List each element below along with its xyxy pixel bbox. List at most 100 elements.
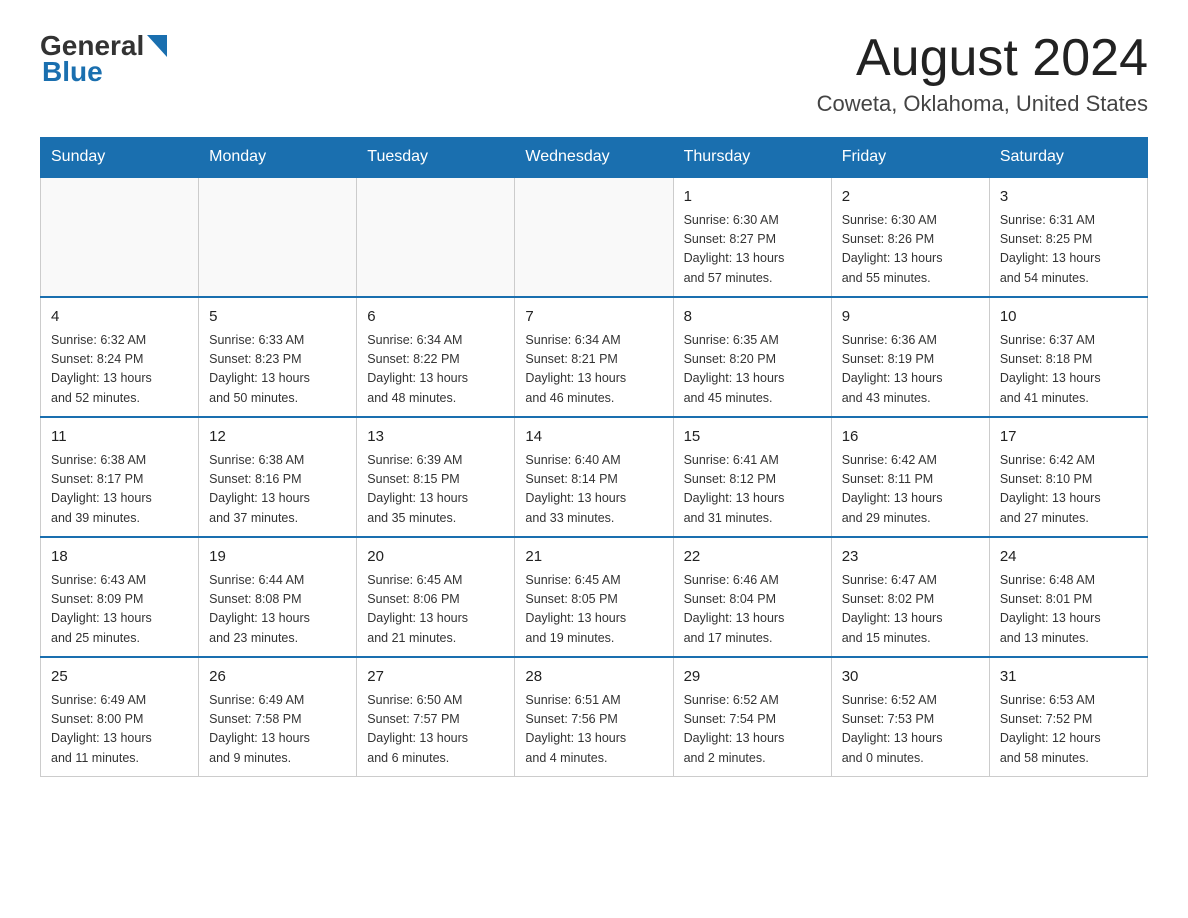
calendar-day-cell: 9Sunrise: 6:36 AMSunset: 8:19 PMDaylight… xyxy=(831,297,989,417)
calendar-day-header: Thursday xyxy=(673,138,831,178)
calendar-week-row: 1Sunrise: 6:30 AMSunset: 8:27 PMDaylight… xyxy=(41,177,1148,297)
calendar-day-cell: 14Sunrise: 6:40 AMSunset: 8:14 PMDayligh… xyxy=(515,417,673,537)
day-number: 3 xyxy=(1000,186,1137,209)
calendar-day-cell: 17Sunrise: 6:42 AMSunset: 8:10 PMDayligh… xyxy=(989,417,1147,537)
calendar-day-cell: 27Sunrise: 6:50 AMSunset: 7:57 PMDayligh… xyxy=(357,657,515,777)
day-info: Sunrise: 6:42 AMSunset: 8:10 PMDaylight:… xyxy=(1000,451,1137,529)
day-info: Sunrise: 6:48 AMSunset: 8:01 PMDaylight:… xyxy=(1000,571,1137,649)
day-info: Sunrise: 6:30 AMSunset: 8:27 PMDaylight:… xyxy=(684,211,821,289)
calendar-day-cell: 3Sunrise: 6:31 AMSunset: 8:25 PMDaylight… xyxy=(989,177,1147,297)
day-number: 7 xyxy=(525,306,662,329)
calendar-day-cell: 22Sunrise: 6:46 AMSunset: 8:04 PMDayligh… xyxy=(673,537,831,657)
day-info: Sunrise: 6:38 AMSunset: 8:16 PMDaylight:… xyxy=(209,451,346,529)
calendar-day-cell: 26Sunrise: 6:49 AMSunset: 7:58 PMDayligh… xyxy=(199,657,357,777)
calendar-day-cell xyxy=(515,177,673,297)
day-number: 16 xyxy=(842,426,979,449)
day-info: Sunrise: 6:34 AMSunset: 8:22 PMDaylight:… xyxy=(367,331,504,409)
calendar-table: SundayMondayTuesdayWednesdayThursdayFrid… xyxy=(40,137,1148,777)
day-number: 4 xyxy=(51,306,188,329)
day-info: Sunrise: 6:42 AMSunset: 8:11 PMDaylight:… xyxy=(842,451,979,529)
logo-arrow-icon xyxy=(147,35,167,57)
calendar-day-cell: 13Sunrise: 6:39 AMSunset: 8:15 PMDayligh… xyxy=(357,417,515,537)
day-number: 29 xyxy=(684,666,821,689)
day-number: 8 xyxy=(684,306,821,329)
calendar-day-cell: 20Sunrise: 6:45 AMSunset: 8:06 PMDayligh… xyxy=(357,537,515,657)
day-info: Sunrise: 6:52 AMSunset: 7:53 PMDaylight:… xyxy=(842,691,979,769)
calendar-week-row: 25Sunrise: 6:49 AMSunset: 8:00 PMDayligh… xyxy=(41,657,1148,777)
calendar-header-row: SundayMondayTuesdayWednesdayThursdayFrid… xyxy=(41,138,1148,178)
day-number: 27 xyxy=(367,666,504,689)
calendar-day-cell: 16Sunrise: 6:42 AMSunset: 8:11 PMDayligh… xyxy=(831,417,989,537)
day-info: Sunrise: 6:49 AMSunset: 7:58 PMDaylight:… xyxy=(209,691,346,769)
calendar-day-cell: 31Sunrise: 6:53 AMSunset: 7:52 PMDayligh… xyxy=(989,657,1147,777)
calendar-day-cell: 7Sunrise: 6:34 AMSunset: 8:21 PMDaylight… xyxy=(515,297,673,417)
calendar-day-cell: 12Sunrise: 6:38 AMSunset: 8:16 PMDayligh… xyxy=(199,417,357,537)
calendar-day-cell: 4Sunrise: 6:32 AMSunset: 8:24 PMDaylight… xyxy=(41,297,199,417)
page-header: General Blue August 2024 Coweta, Oklahom… xyxy=(40,30,1148,117)
calendar-day-cell: 15Sunrise: 6:41 AMSunset: 8:12 PMDayligh… xyxy=(673,417,831,537)
location: Coweta, Oklahoma, United States xyxy=(817,91,1148,117)
day-info: Sunrise: 6:34 AMSunset: 8:21 PMDaylight:… xyxy=(525,331,662,409)
day-info: Sunrise: 6:37 AMSunset: 8:18 PMDaylight:… xyxy=(1000,331,1137,409)
calendar-day-cell: 10Sunrise: 6:37 AMSunset: 8:18 PMDayligh… xyxy=(989,297,1147,417)
calendar-week-row: 11Sunrise: 6:38 AMSunset: 8:17 PMDayligh… xyxy=(41,417,1148,537)
day-number: 26 xyxy=(209,666,346,689)
calendar-day-cell: 24Sunrise: 6:48 AMSunset: 8:01 PMDayligh… xyxy=(989,537,1147,657)
title-block: August 2024 Coweta, Oklahoma, United Sta… xyxy=(817,30,1148,117)
day-number: 30 xyxy=(842,666,979,689)
day-number: 19 xyxy=(209,546,346,569)
day-number: 13 xyxy=(367,426,504,449)
calendar-day-cell: 21Sunrise: 6:45 AMSunset: 8:05 PMDayligh… xyxy=(515,537,673,657)
calendar-day-cell xyxy=(41,177,199,297)
calendar-week-row: 18Sunrise: 6:43 AMSunset: 8:09 PMDayligh… xyxy=(41,537,1148,657)
day-number: 21 xyxy=(525,546,662,569)
calendar-day-cell: 29Sunrise: 6:52 AMSunset: 7:54 PMDayligh… xyxy=(673,657,831,777)
day-info: Sunrise: 6:46 AMSunset: 8:04 PMDaylight:… xyxy=(684,571,821,649)
day-number: 25 xyxy=(51,666,188,689)
day-info: Sunrise: 6:49 AMSunset: 8:00 PMDaylight:… xyxy=(51,691,188,769)
calendar-day-header: Sunday xyxy=(41,138,199,178)
calendar-day-header: Tuesday xyxy=(357,138,515,178)
day-info: Sunrise: 6:40 AMSunset: 8:14 PMDaylight:… xyxy=(525,451,662,529)
day-info: Sunrise: 6:44 AMSunset: 8:08 PMDaylight:… xyxy=(209,571,346,649)
day-number: 10 xyxy=(1000,306,1137,329)
day-info: Sunrise: 6:32 AMSunset: 8:24 PMDaylight:… xyxy=(51,331,188,409)
logo: General Blue xyxy=(40,30,167,88)
calendar-day-cell: 28Sunrise: 6:51 AMSunset: 7:56 PMDayligh… xyxy=(515,657,673,777)
calendar-day-header: Wednesday xyxy=(515,138,673,178)
day-info: Sunrise: 6:41 AMSunset: 8:12 PMDaylight:… xyxy=(684,451,821,529)
calendar-day-header: Friday xyxy=(831,138,989,178)
day-info: Sunrise: 6:52 AMSunset: 7:54 PMDaylight:… xyxy=(684,691,821,769)
day-number: 24 xyxy=(1000,546,1137,569)
day-number: 5 xyxy=(209,306,346,329)
day-info: Sunrise: 6:53 AMSunset: 7:52 PMDaylight:… xyxy=(1000,691,1137,769)
day-number: 31 xyxy=(1000,666,1137,689)
day-info: Sunrise: 6:51 AMSunset: 7:56 PMDaylight:… xyxy=(525,691,662,769)
day-info: Sunrise: 6:35 AMSunset: 8:20 PMDaylight:… xyxy=(684,331,821,409)
day-info: Sunrise: 6:39 AMSunset: 8:15 PMDaylight:… xyxy=(367,451,504,529)
day-number: 15 xyxy=(684,426,821,449)
logo-blue: Blue xyxy=(42,56,103,88)
calendar-week-row: 4Sunrise: 6:32 AMSunset: 8:24 PMDaylight… xyxy=(41,297,1148,417)
calendar-day-header: Saturday xyxy=(989,138,1147,178)
day-number: 12 xyxy=(209,426,346,449)
day-info: Sunrise: 6:33 AMSunset: 8:23 PMDaylight:… xyxy=(209,331,346,409)
calendar-day-cell: 2Sunrise: 6:30 AMSunset: 8:26 PMDaylight… xyxy=(831,177,989,297)
calendar-day-cell: 25Sunrise: 6:49 AMSunset: 8:00 PMDayligh… xyxy=(41,657,199,777)
day-number: 11 xyxy=(51,426,188,449)
day-number: 18 xyxy=(51,546,188,569)
calendar-day-cell xyxy=(357,177,515,297)
calendar-day-cell xyxy=(199,177,357,297)
day-info: Sunrise: 6:30 AMSunset: 8:26 PMDaylight:… xyxy=(842,211,979,289)
day-info: Sunrise: 6:38 AMSunset: 8:17 PMDaylight:… xyxy=(51,451,188,529)
calendar-day-cell: 8Sunrise: 6:35 AMSunset: 8:20 PMDaylight… xyxy=(673,297,831,417)
day-number: 28 xyxy=(525,666,662,689)
day-number: 2 xyxy=(842,186,979,209)
day-info: Sunrise: 6:50 AMSunset: 7:57 PMDaylight:… xyxy=(367,691,504,769)
day-info: Sunrise: 6:43 AMSunset: 8:09 PMDaylight:… xyxy=(51,571,188,649)
calendar-day-cell: 19Sunrise: 6:44 AMSunset: 8:08 PMDayligh… xyxy=(199,537,357,657)
day-number: 17 xyxy=(1000,426,1137,449)
day-info: Sunrise: 6:36 AMSunset: 8:19 PMDaylight:… xyxy=(842,331,979,409)
day-info: Sunrise: 6:31 AMSunset: 8:25 PMDaylight:… xyxy=(1000,211,1137,289)
day-info: Sunrise: 6:45 AMSunset: 8:06 PMDaylight:… xyxy=(367,571,504,649)
